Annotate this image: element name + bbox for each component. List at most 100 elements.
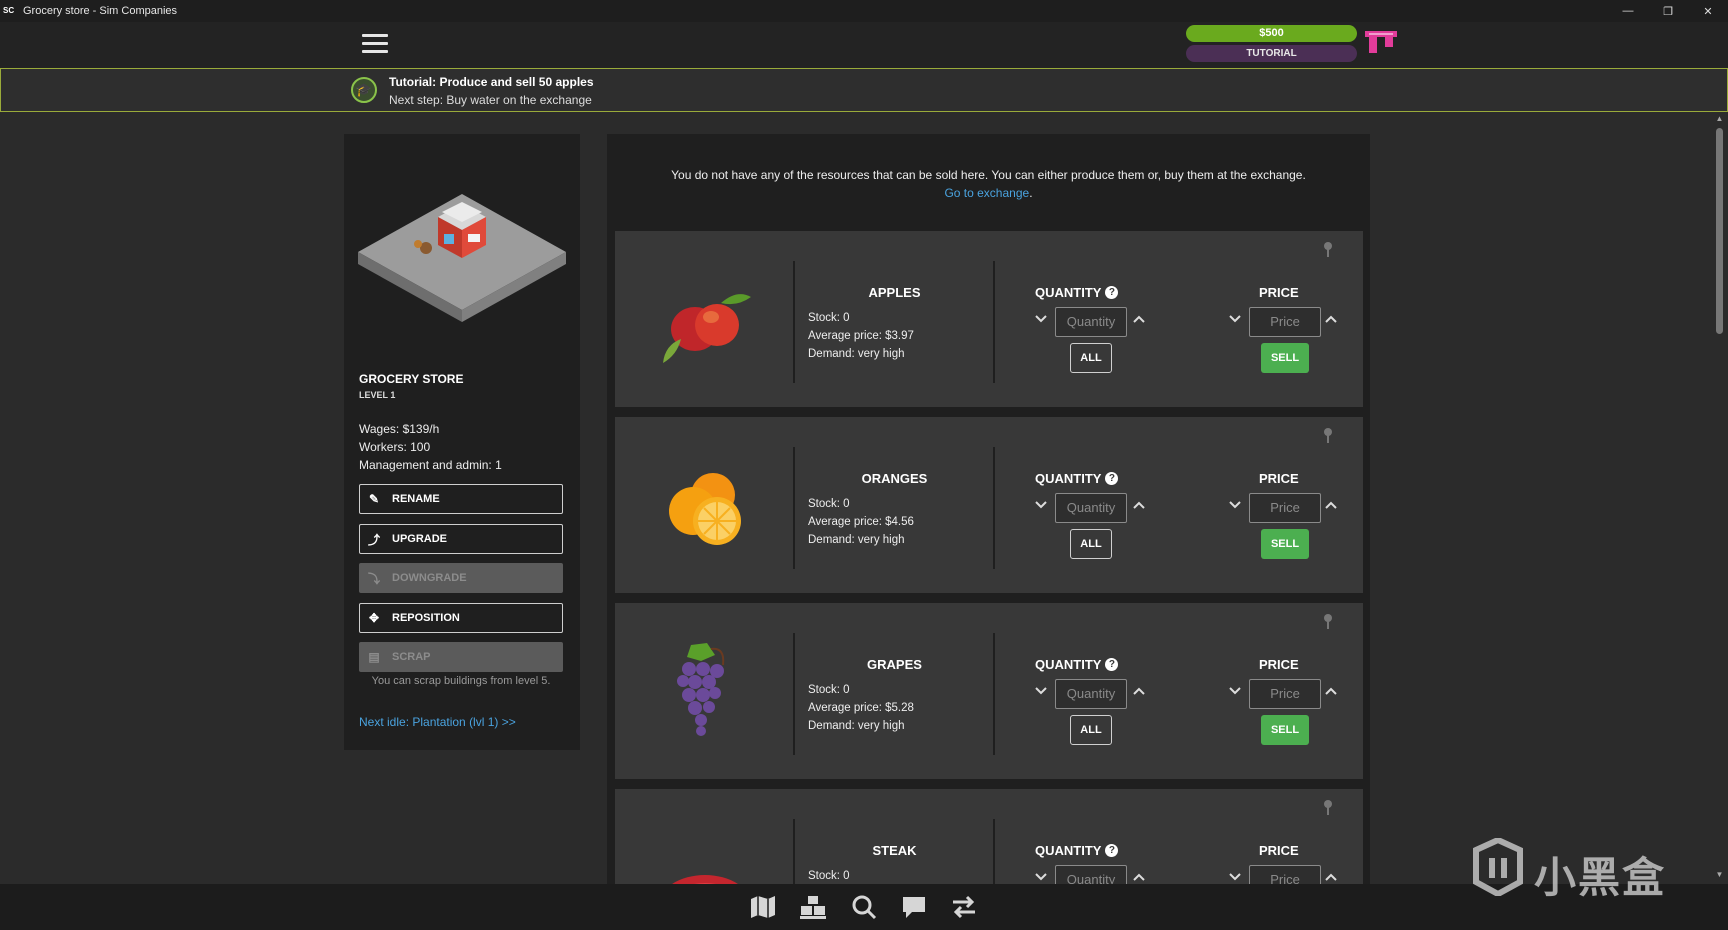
quantity-input[interactable]: Quantity <box>1055 865 1127 884</box>
edit-icon: ✎ <box>368 492 380 506</box>
watermark: 小黑盒 <box>1468 838 1688 902</box>
arrow-down-icon: ⤵ <box>367 571 380 586</box>
money-balance[interactable]: $500 <box>1186 25 1357 42</box>
product-name: GRAPES <box>867 657 922 672</box>
downgrade-label: DOWNGRADE <box>392 572 467 584</box>
scrap-label: SCRAP <box>392 651 431 663</box>
search-icon[interactable] <box>850 894 878 920</box>
product-card-steak: STEAK Stock: 0 QUANTITY? PRICE Quantity … <box>615 789 1363 884</box>
apple-image <box>663 294 751 363</box>
quantity-increase-icon[interactable] <box>1131 497 1147 513</box>
price-label: PRICE <box>1259 471 1299 486</box>
window-titlebar: SC Grocery store - Sim Companies — ❐ ✕ <box>0 0 1728 22</box>
restore-icon[interactable]: ❐ <box>1648 0 1688 22</box>
price-input[interactable]: Price <box>1249 493 1321 523</box>
quantity-label: QUANTITY? <box>1035 285 1119 300</box>
all-button[interactable]: ALL <box>1070 343 1112 373</box>
price-label: PRICE <box>1259 285 1299 300</box>
demand-text: Demand: very high <box>808 720 905 732</box>
all-button[interactable]: ALL <box>1070 715 1112 745</box>
scroll-thumb[interactable] <box>1716 128 1723 334</box>
tutorial-banner[interactable]: 🎓 Tutorial: Produce and sell 50 apples N… <box>0 68 1728 112</box>
sell-button[interactable]: SELL <box>1261 343 1309 373</box>
downgrade-button[interactable]: ⤵ DOWNGRADE <box>359 563 563 593</box>
scrollbar[interactable]: ▲ ▼ <box>1711 112 1728 884</box>
top-nav: $500 TUTORIAL <box>0 22 1728 68</box>
upgrade-label: UPGRADE <box>392 533 448 545</box>
scroll-up-icon[interactable]: ▲ <box>1715 114 1724 123</box>
price-decrease-icon[interactable] <box>1227 869 1243 884</box>
help-icon[interactable]: ? <box>1105 658 1119 671</box>
quantity-increase-icon[interactable] <box>1131 683 1147 699</box>
pin-icon[interactable] <box>1323 427 1333 443</box>
price-decrease-icon[interactable] <box>1227 497 1243 513</box>
rename-button[interactable]: ✎ RENAME <box>359 484 563 514</box>
price-decrease-icon[interactable] <box>1227 311 1243 327</box>
quantity-input[interactable]: Quantity <box>1055 307 1127 337</box>
chat-icon[interactable] <box>900 894 928 920</box>
quantity-input[interactable]: Quantity <box>1055 493 1127 523</box>
pin-icon[interactable] <box>1323 241 1333 257</box>
trash-icon: ▤ <box>368 650 380 664</box>
average-price-text: Average price: $3.97 <box>808 330 914 342</box>
product-name: APPLES <box>868 285 921 300</box>
exchange-icon[interactable] <box>950 894 978 920</box>
quantity-label: QUANTITY? <box>1035 657 1119 672</box>
hamburger-icon[interactable] <box>362 34 388 56</box>
product-card-apples: APPLES Stock: 0 Average price: $3.97 Dem… <box>615 231 1363 407</box>
grapes-image <box>677 643 725 736</box>
price-decrease-icon[interactable] <box>1227 683 1243 699</box>
help-icon[interactable]: ? <box>1105 286 1119 299</box>
wages-text: Wages: $139/h <box>359 422 440 436</box>
workers-text: Workers: 100 <box>359 440 431 454</box>
price-increase-icon[interactable] <box>1323 497 1339 513</box>
arrow-up-icon: ⤴ <box>367 532 380 547</box>
minimize-icon[interactable]: — <box>1608 0 1648 22</box>
quantity-decrease-icon[interactable] <box>1033 869 1049 884</box>
next-idle-link[interactable]: Next idle: Plantation (lvl 1) >> <box>359 715 516 729</box>
price-increase-icon[interactable] <box>1323 869 1339 884</box>
price-input[interactable]: Price <box>1249 307 1321 337</box>
company-logo-icon[interactable] <box>1364 29 1398 55</box>
quantity-decrease-icon[interactable] <box>1033 683 1049 699</box>
help-icon[interactable]: ? <box>1105 472 1119 485</box>
scrap-button[interactable]: ▤ SCRAP <box>359 642 563 672</box>
warehouse-icon[interactable] <box>799 894 827 920</box>
quantity-label: QUANTITY? <box>1035 471 1119 486</box>
building-panel: GROCERY STORE LEVEL 1 Wages: $139/h Work… <box>344 134 580 750</box>
quantity-decrease-icon[interactable] <box>1033 497 1049 513</box>
demand-text: Demand: very high <box>808 348 905 360</box>
tutorial-mode-badge[interactable]: TUTORIAL <box>1186 45 1357 62</box>
window-title: Grocery store - Sim Companies <box>23 5 178 17</box>
upgrade-button[interactable]: ⤴ UPGRADE <box>359 524 563 554</box>
stock-text: Stock: 0 <box>808 870 850 882</box>
price-increase-icon[interactable] <box>1323 311 1339 327</box>
quantity-decrease-icon[interactable] <box>1033 311 1049 327</box>
building-level: LEVEL 1 <box>359 390 396 400</box>
sell-button[interactable]: SELL <box>1261 715 1309 745</box>
quantity-increase-icon[interactable] <box>1131 869 1147 884</box>
close-icon[interactable]: ✕ <box>1688 0 1728 22</box>
go-to-exchange-link[interactable]: Go to exchange <box>944 186 1029 200</box>
quantity-increase-icon[interactable] <box>1131 311 1147 327</box>
watermark-text: 小黑盒 <box>1534 853 1667 902</box>
product-name: ORANGES <box>861 471 928 486</box>
graduation-cap-icon: 🎓 <box>351 77 377 103</box>
app-icon: SC <box>3 6 15 15</box>
pin-icon[interactable] <box>1323 613 1333 629</box>
reposition-button[interactable]: ✥ REPOSITION <box>359 603 563 633</box>
product-name: STEAK <box>872 843 917 858</box>
all-button[interactable]: ALL <box>1070 529 1112 559</box>
product-card-oranges: ORANGES Stock: 0 Average price: $4.56 De… <box>615 417 1363 593</box>
price-increase-icon[interactable] <box>1323 683 1339 699</box>
scroll-down-icon[interactable]: ▼ <box>1715 870 1724 879</box>
sell-button[interactable]: SELL <box>1261 529 1309 559</box>
price-input[interactable]: Price <box>1249 865 1321 884</box>
quantity-input[interactable]: Quantity <box>1055 679 1127 709</box>
sales-panel: You do not have any of the resources tha… <box>607 134 1370 884</box>
help-icon[interactable]: ? <box>1105 844 1119 857</box>
pin-icon[interactable] <box>1323 799 1333 815</box>
price-input[interactable]: Price <box>1249 679 1321 709</box>
map-icon[interactable] <box>749 894 777 920</box>
stock-text: Stock: 0 <box>808 498 850 510</box>
